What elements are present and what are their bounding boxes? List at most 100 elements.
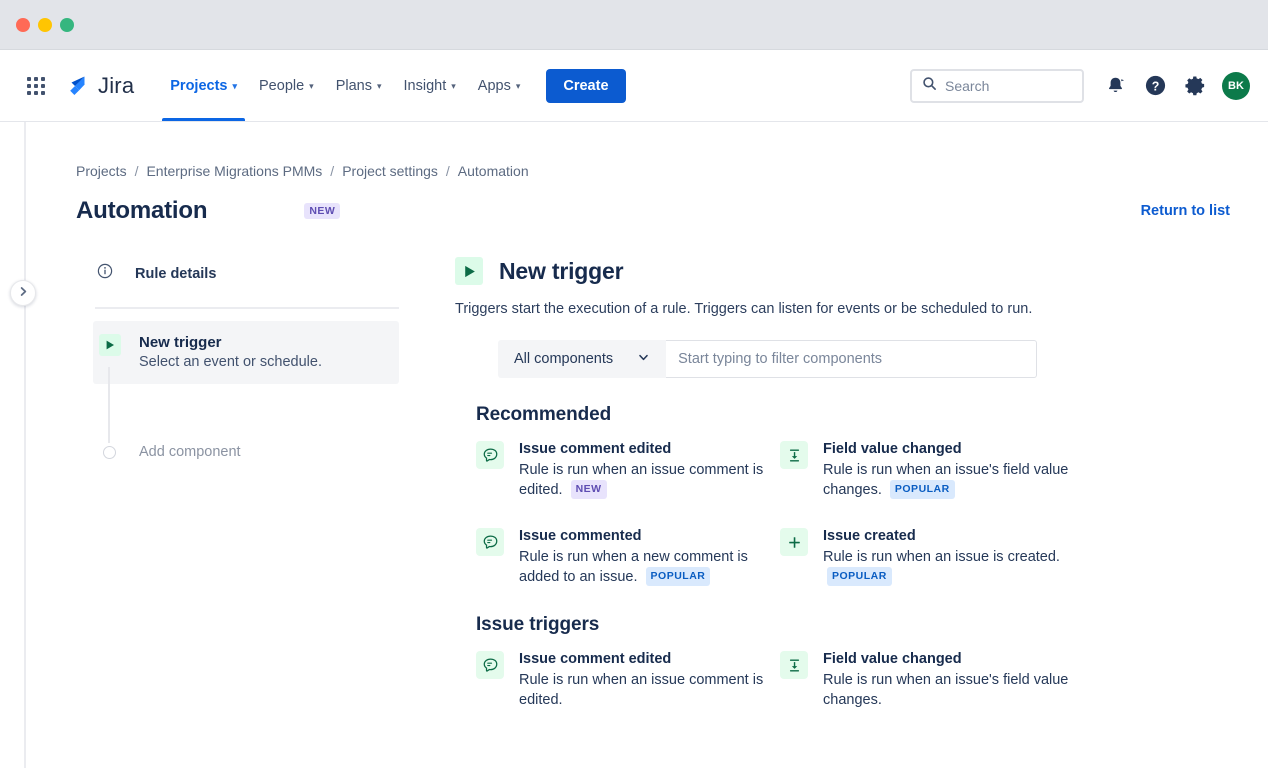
trigger-card-title: Field value changed xyxy=(823,651,962,667)
field-value-arrow-icon xyxy=(780,441,808,469)
trigger-card-description: Rule is run when an issue comment is edi… xyxy=(519,670,780,711)
section-recommended-grid: Issue comment edited Rule is run when an… xyxy=(476,440,1230,588)
nav-item-people-label: People xyxy=(259,78,304,94)
trigger-panel-description: Triggers start the execution of a rule. … xyxy=(455,301,1230,317)
trigger-card-badge: NEW xyxy=(571,480,607,499)
nav-right-actions: Search ? BK xyxy=(910,69,1250,103)
rule-panel-divider xyxy=(95,307,399,309)
trigger-card-title: Issue comment edited xyxy=(519,651,671,667)
trigger-card-description: Rule is run when a new comment is added … xyxy=(519,549,748,586)
nav-item-projects[interactable]: Projects ▾ xyxy=(160,50,247,121)
page-body: Projects / Enterprise Migrations PMMs / … xyxy=(0,122,1268,768)
rule-step-subtitle: Select an event or schedule. xyxy=(139,354,322,370)
nav-item-apps-label: Apps xyxy=(478,78,511,94)
chevron-down-icon: ▾ xyxy=(377,82,382,91)
create-button[interactable]: Create xyxy=(546,69,625,103)
rule-step-title: New trigger xyxy=(139,334,222,351)
breadcrumb-item-project-settings[interactable]: Project settings xyxy=(342,163,438,179)
jira-home-link[interactable]: Jira xyxy=(64,73,134,99)
rule-details-label: Rule details xyxy=(135,266,216,282)
field-value-arrow-icon xyxy=(780,651,808,679)
trigger-card-description: Rule is run when an issue's field value … xyxy=(823,670,1084,711)
chevron-down-icon: ▾ xyxy=(232,82,237,91)
chevron-right-icon xyxy=(18,284,29,302)
comment-bubble-icon xyxy=(476,441,504,469)
trigger-card-issue-comment-edited[interactable]: Issue comment edited Rule is run when an… xyxy=(476,440,780,501)
trigger-card-description: Rule is run when an issue comment is edi… xyxy=(519,462,763,499)
component-filter-input[interactable] xyxy=(666,340,1037,378)
breadcrumb-item-project[interactable]: Enterprise Migrations PMMs xyxy=(146,163,322,179)
window-minimize-button[interactable] xyxy=(38,18,52,32)
play-triangle-icon xyxy=(99,334,121,356)
window-traffic-lights xyxy=(16,18,74,32)
plus-icon xyxy=(780,528,808,556)
trigger-card-title: Field value changed xyxy=(823,441,962,457)
chevron-down-icon: ▾ xyxy=(309,82,314,91)
breadcrumb-separator: / xyxy=(330,163,334,179)
nav-item-insight-label: Insight xyxy=(404,78,447,94)
search-placeholder: Search xyxy=(945,78,989,94)
section-issue-triggers-grid: Issue comment edited Rule is run when an… xyxy=(476,650,1230,711)
section-recommended-title: Recommended xyxy=(476,404,1230,426)
window-maximize-button[interactable] xyxy=(60,18,74,32)
jira-wordmark: Jira xyxy=(98,73,134,99)
component-type-select-value: All components xyxy=(514,351,613,367)
trigger-card-issue-created[interactable]: Issue created Rule is run when an issue … xyxy=(780,527,1084,588)
primary-nav-items: Projects ▾ People ▾ Plans ▾ Insight ▾ Ap… xyxy=(160,50,625,121)
trigger-card-issue-comment-edited-2[interactable]: Issue comment edited Rule is run when an… xyxy=(476,650,780,711)
grid-apps-icon[interactable] xyxy=(20,70,52,102)
rule-details-item[interactable]: Rule details xyxy=(93,257,399,290)
component-type-select[interactable]: All components xyxy=(498,340,666,378)
nav-item-apps[interactable]: Apps ▾ xyxy=(468,50,531,121)
add-component-item[interactable]: Add component xyxy=(93,444,399,460)
nav-item-projects-label: Projects xyxy=(170,78,227,94)
page-header: Automation NEW Return to list xyxy=(76,197,1230,225)
sidebar-expand-button[interactable] xyxy=(10,280,36,306)
comment-bubble-icon xyxy=(476,651,504,679)
breadcrumb-separator: / xyxy=(446,163,450,179)
trigger-card-badge: POPULAR xyxy=(646,567,711,586)
play-triangle-icon xyxy=(455,257,483,285)
trigger-card-badge: POPULAR xyxy=(827,567,892,586)
window-close-button[interactable] xyxy=(16,18,30,32)
section-issue-triggers-title: Issue triggers xyxy=(476,614,1230,636)
svg-text:?: ? xyxy=(1151,79,1159,93)
rule-steps: New trigger Select an event or schedule.… xyxy=(93,321,399,460)
bell-icon[interactable] xyxy=(1098,69,1132,103)
chevron-down-icon: ▾ xyxy=(451,82,456,91)
trigger-card-badge: POPULAR xyxy=(890,480,955,499)
chevron-down-icon xyxy=(637,351,650,368)
trigger-card-title: Issue commented xyxy=(519,528,642,544)
section-recommended: Recommended Issue comme xyxy=(455,404,1230,588)
trigger-panel-header: New trigger xyxy=(455,257,1230,285)
trigger-card-field-value-changed-2[interactable]: Field value changed Rule is run when an … xyxy=(780,650,1084,711)
component-filter-row: All components xyxy=(455,340,1230,378)
return-to-list-link[interactable]: Return to list xyxy=(1141,203,1230,219)
gear-icon[interactable] xyxy=(1178,69,1212,103)
chevron-down-icon: ▾ xyxy=(516,82,521,91)
trigger-card-field-value-changed[interactable]: Field value changed Rule is run when an … xyxy=(780,440,1084,501)
nav-item-plans[interactable]: Plans ▾ xyxy=(326,50,392,121)
help-circle-icon[interactable]: ? xyxy=(1138,69,1172,103)
search-input[interactable]: Search xyxy=(910,69,1084,103)
page-title-new-badge: NEW xyxy=(304,203,340,219)
trigger-card-title: Issue comment edited xyxy=(519,441,671,457)
nav-item-insight[interactable]: Insight ▾ xyxy=(394,50,466,121)
rule-step-new-trigger[interactable]: New trigger Select an event or schedule. xyxy=(93,321,399,384)
automation-builder: Rule details New trigger Select an xyxy=(76,257,1230,711)
comment-bubble-icon xyxy=(476,528,504,556)
trigger-card-description: Rule is run when an issue is created. xyxy=(823,549,1060,565)
step-connector-line xyxy=(108,367,110,443)
search-icon xyxy=(922,76,937,96)
avatar[interactable]: BK xyxy=(1222,72,1250,100)
global-navigation-bar: Jira Projects ▾ People ▾ Plans ▾ Insight… xyxy=(0,50,1268,122)
window-titlebar xyxy=(0,0,1268,50)
nav-item-people[interactable]: People ▾ xyxy=(249,50,324,121)
breadcrumb-separator: / xyxy=(135,163,139,179)
breadcrumb-item-automation[interactable]: Automation xyxy=(458,163,529,179)
main-content: Projects / Enterprise Migrations PMMs / … xyxy=(26,122,1268,768)
info-circle-icon xyxy=(97,263,113,284)
trigger-card-issue-commented[interactable]: Issue commented Rule is run when a new c… xyxy=(476,527,780,588)
breadcrumb-item-projects[interactable]: Projects xyxy=(76,163,127,179)
trigger-card-title: Issue created xyxy=(823,528,916,544)
